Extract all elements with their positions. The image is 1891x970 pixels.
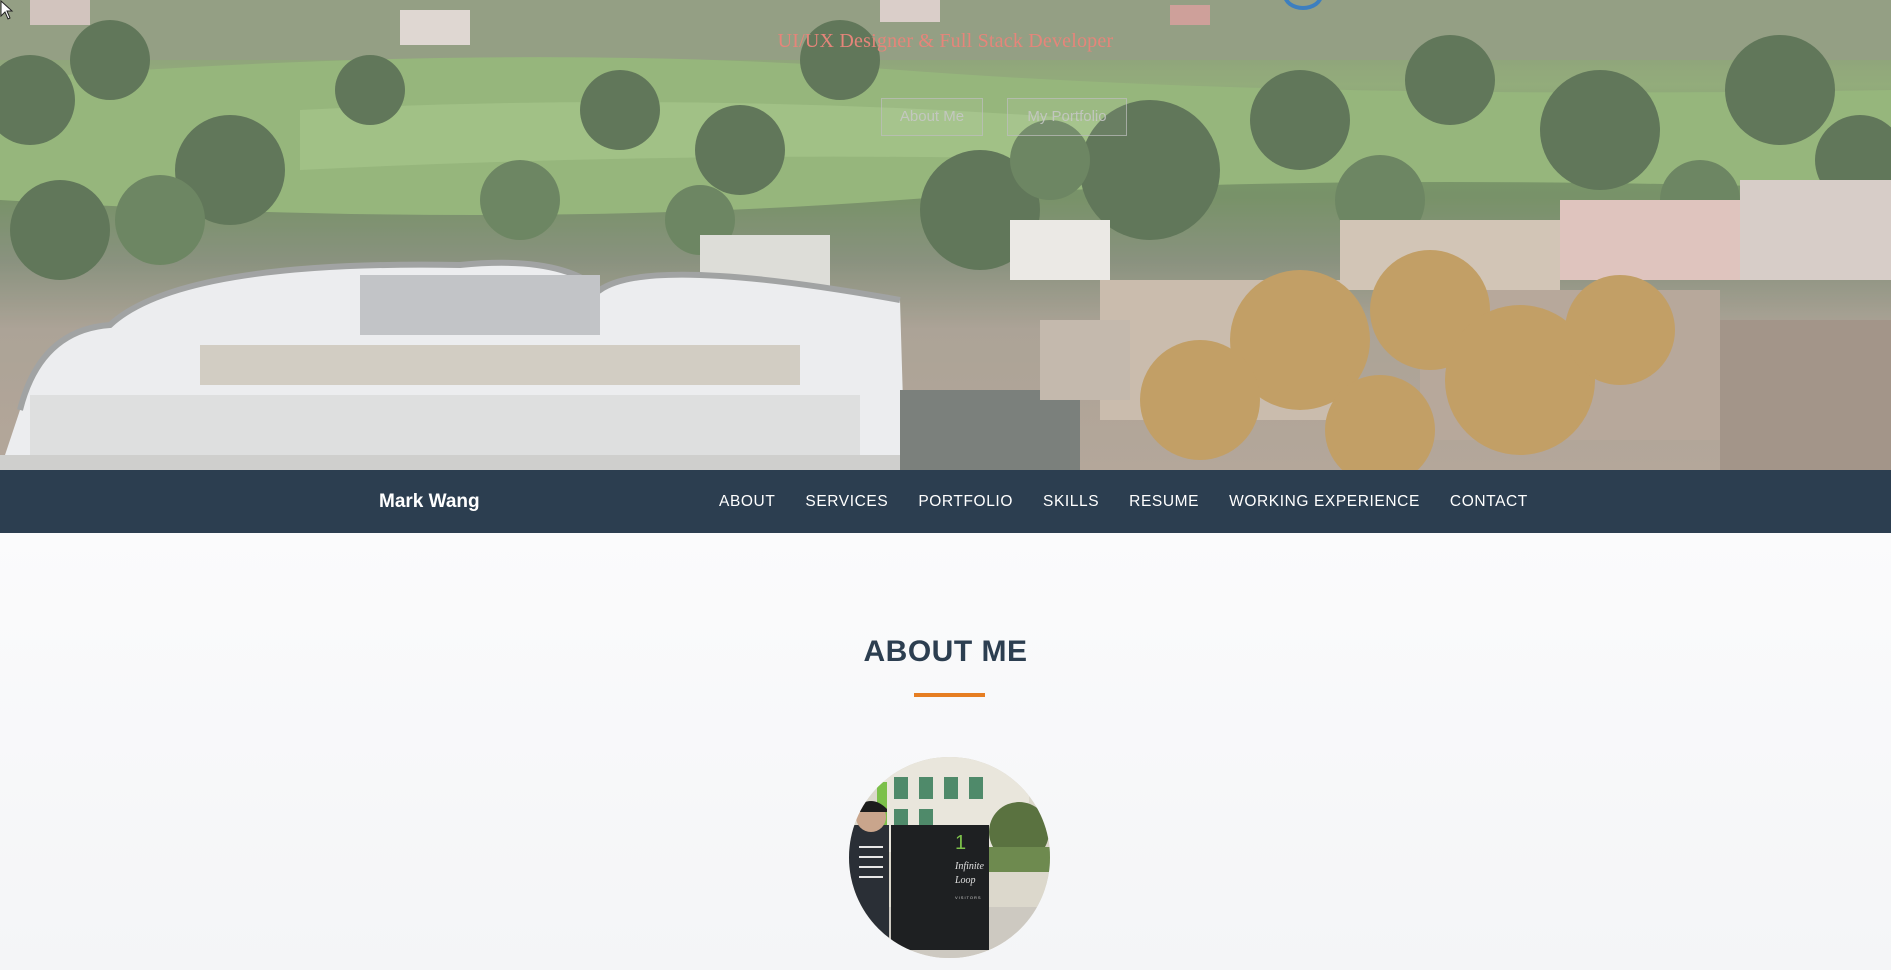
sign-line2: Loop bbox=[954, 875, 976, 886]
mouse-cursor-icon bbox=[0, 0, 14, 20]
avatar-photo: 1 Infinite Loop VISITORS bbox=[849, 757, 1050, 958]
sign-number: 1 bbox=[955, 832, 966, 854]
sign-line1: Infinite bbox=[954, 861, 984, 872]
nav-link-resume[interactable]: RESUME bbox=[1114, 493, 1214, 511]
nav-link-services[interactable]: SERVICES bbox=[790, 493, 903, 511]
nav-link-about[interactable]: ABOUT bbox=[704, 493, 790, 511]
nav-link-contact[interactable]: CONTACT bbox=[1435, 493, 1543, 511]
nav-link-portfolio[interactable]: PORTFOLIO bbox=[903, 493, 1028, 511]
hero-subtitle: UI/UX Designer & Full Stack Developer bbox=[777, 30, 1114, 52]
about-section: ABOUT ME 1 Infinite Loop VISITORS bbox=[0, 533, 1891, 970]
section-title: ABOUT ME bbox=[863, 635, 1028, 668]
avatar: 1 Infinite Loop VISITORS bbox=[849, 757, 1050, 958]
brand-logo[interactable]: Mark Wang bbox=[379, 470, 480, 533]
nav-link-skills[interactable]: SKILLS bbox=[1028, 493, 1114, 511]
sign-line3: VISITORS bbox=[955, 895, 982, 900]
nav-links: ABOUT SERVICES PORTFOLIO SKILLS RESUME W… bbox=[704, 470, 1543, 533]
nav-link-working-experience[interactable]: WORKING EXPERIENCE bbox=[1214, 493, 1435, 511]
about-me-button[interactable]: About Me bbox=[881, 98, 983, 136]
hero-background-image bbox=[0, 0, 1891, 470]
my-portfolio-button[interactable]: My Portfolio bbox=[1007, 98, 1127, 136]
main-navbar: Mark Wang ABOUT SERVICES PORTFOLIO SKILL… bbox=[0, 470, 1891, 533]
hero-banner: UI/UX Designer & Full Stack Developer Ab… bbox=[0, 0, 1891, 470]
title-underline bbox=[914, 693, 985, 697]
